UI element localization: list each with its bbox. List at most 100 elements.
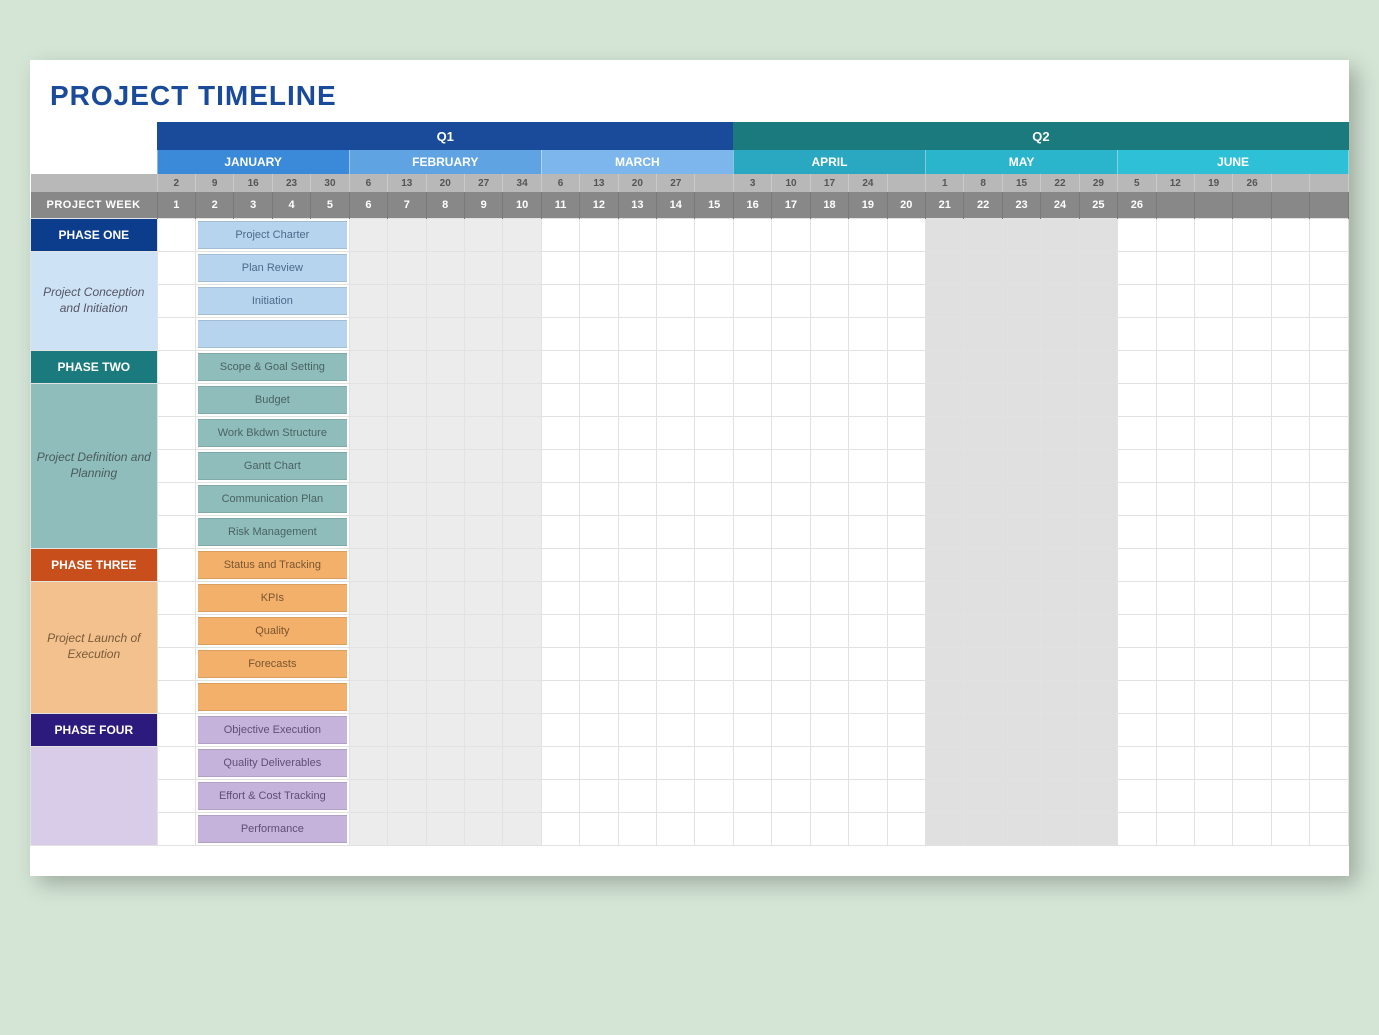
grid-cell[interactable] [926,581,964,614]
grid-cell[interactable] [503,416,541,449]
grid-cell[interactable] [1194,548,1232,581]
grid-cell[interactable] [1271,515,1309,548]
grid-cell[interactable] [810,581,848,614]
grid-cell[interactable] [1118,284,1156,317]
grid-cell[interactable] [1194,746,1232,779]
grid-cell[interactable] [580,218,618,251]
grid-cell[interactable] [772,515,810,548]
grid-cell[interactable] [349,614,387,647]
grid-cell[interactable] [1233,614,1271,647]
grid-cell[interactable] [1156,350,1194,383]
grid-cell[interactable] [618,812,656,845]
grid-cell[interactable] [926,317,964,350]
grid-cell[interactable] [1002,812,1040,845]
grid-cell[interactable] [1041,548,1079,581]
grid-cell[interactable] [1079,251,1117,284]
grid-cell[interactable] [1233,581,1271,614]
grid-cell[interactable] [426,350,464,383]
grid-cell[interactable] [733,317,771,350]
grid-cell[interactable] [695,647,733,680]
grid-cell[interactable] [157,779,195,812]
grid-cell[interactable] [618,350,656,383]
grid-cell[interactable] [772,680,810,713]
grid-cell[interactable] [964,746,1002,779]
grid-cell[interactable] [964,581,1002,614]
grid-cell[interactable] [810,614,848,647]
grid-cell[interactable] [580,416,618,449]
grid-cell[interactable] [695,350,733,383]
grid-cell[interactable] [1041,746,1079,779]
grid-cell[interactable] [1310,350,1349,383]
grid-cell[interactable] [887,713,925,746]
grid-cell[interactable] [1194,482,1232,515]
grid-cell[interactable] [464,548,502,581]
grid-cell[interactable] [157,713,195,746]
grid-cell[interactable] [887,581,925,614]
grid-cell[interactable] [887,416,925,449]
grid-cell[interactable] [1194,614,1232,647]
grid-cell[interactable] [964,251,1002,284]
grid-cell[interactable] [1310,713,1349,746]
grid-cell[interactable] [964,449,1002,482]
grid-cell[interactable] [657,416,695,449]
grid-cell[interactable] [964,647,1002,680]
grid-cell[interactable] [388,251,426,284]
grid-cell[interactable] [1310,284,1349,317]
grid-cell[interactable] [1002,251,1040,284]
grid-cell[interactable] [849,548,887,581]
grid-cell[interactable] [580,548,618,581]
grid-cell[interactable] [1002,647,1040,680]
grid-cell[interactable] [1310,416,1349,449]
grid-cell[interactable] [926,779,964,812]
grid-cell[interactable] [810,317,848,350]
grid-cell[interactable] [810,284,848,317]
grid-cell[interactable] [810,647,848,680]
grid-cell[interactable] [926,449,964,482]
grid-cell[interactable] [464,284,502,317]
grid-cell[interactable] [657,251,695,284]
grid-cell[interactable] [926,713,964,746]
grid-cell[interactable] [157,647,195,680]
grid-cell[interactable] [1002,779,1040,812]
grid-cell[interactable] [503,284,541,317]
grid-cell[interactable] [349,548,387,581]
grid-cell[interactable] [1079,416,1117,449]
grid-cell[interactable] [388,482,426,515]
grid-cell[interactable] [695,218,733,251]
grid-cell[interactable] [349,647,387,680]
grid-cell[interactable] [503,614,541,647]
grid-cell[interactable] [349,218,387,251]
grid-cell[interactable] [657,482,695,515]
grid-cell[interactable] [1041,284,1079,317]
grid-cell[interactable] [1233,812,1271,845]
grid-cell[interactable] [1233,746,1271,779]
grid-cell[interactable] [541,581,579,614]
grid-cell[interactable] [849,779,887,812]
grid-cell[interactable] [964,779,1002,812]
grid-cell[interactable] [1233,449,1271,482]
grid-cell[interactable] [695,779,733,812]
grid-cell[interactable] [733,680,771,713]
grid-cell[interactable] [1079,746,1117,779]
grid-cell[interactable] [1271,449,1309,482]
grid-cell[interactable] [1233,680,1271,713]
grid-cell[interactable] [388,746,426,779]
grid-cell[interactable] [695,416,733,449]
grid-cell[interactable] [887,383,925,416]
grid-cell[interactable] [849,416,887,449]
grid-cell[interactable] [657,218,695,251]
grid-cell[interactable] [618,647,656,680]
grid-cell[interactable] [1002,746,1040,779]
grid-cell[interactable] [657,317,695,350]
grid-cell[interactable] [1156,548,1194,581]
grid-cell[interactable] [1002,680,1040,713]
grid-cell[interactable] [388,548,426,581]
grid-cell[interactable] [1271,680,1309,713]
grid-cell[interactable] [388,581,426,614]
grid-cell[interactable] [926,482,964,515]
grid-cell[interactable] [503,713,541,746]
task-bar[interactable] [196,680,350,713]
grid-cell[interactable] [695,614,733,647]
grid-cell[interactable] [541,614,579,647]
grid-cell[interactable] [695,680,733,713]
